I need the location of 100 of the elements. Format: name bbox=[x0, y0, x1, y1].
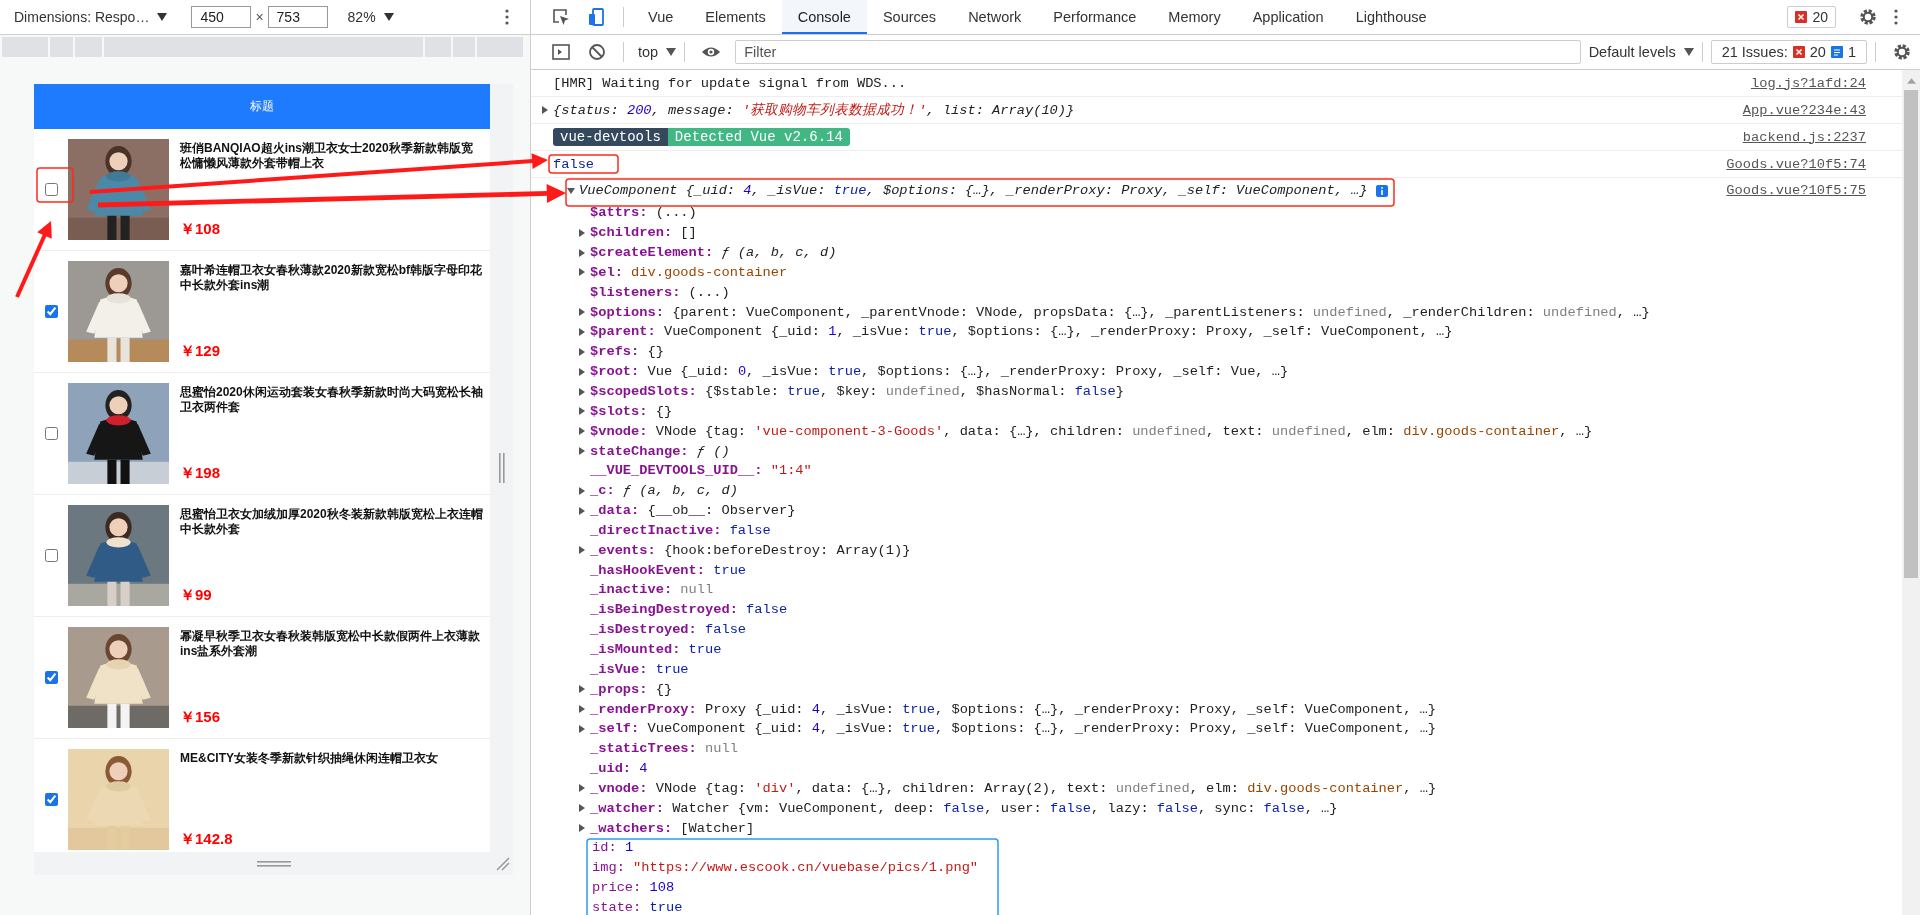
panel-tab[interactable]: Lighthouse bbox=[1339, 0, 1443, 34]
checkbox[interactable] bbox=[44, 670, 58, 684]
expand-arrow-icon[interactable] bbox=[578, 228, 586, 237]
source-link[interactable]: backend.js:2237 bbox=[1742, 129, 1866, 145]
info-icon[interactable] bbox=[1375, 184, 1388, 197]
issues-button[interactable]: 21 Issues: 20 1 bbox=[1710, 40, 1867, 64]
expand-arrow-icon[interactable] bbox=[578, 784, 586, 793]
height-field[interactable]: 753 bbox=[267, 6, 328, 28]
object-property: $slots: {} bbox=[590, 403, 673, 419]
error-icon bbox=[1795, 11, 1808, 23]
error-icon bbox=[1792, 46, 1805, 58]
resize-corner-icon[interactable] bbox=[496, 857, 510, 871]
settings-icon[interactable] bbox=[1858, 7, 1878, 27]
more-icon[interactable] bbox=[505, 9, 509, 25]
checkbox[interactable] bbox=[44, 304, 58, 318]
highlight-box bbox=[36, 167, 74, 203]
expand-arrow-icon[interactable] bbox=[578, 824, 586, 833]
clear-icon[interactable] bbox=[587, 42, 607, 62]
console-message: VueComponent {_uid: 4, _isVue: true, $options: {…}, _renderProxy: Proxy, _self: VueComponent, …} bbox=[579, 183, 1368, 198]
expand-arrow-icon[interactable] bbox=[578, 724, 586, 733]
panel-tab[interactable]: Application bbox=[1236, 0, 1340, 34]
expand-arrow-icon[interactable] bbox=[578, 427, 586, 436]
expand-arrow-icon[interactable] bbox=[567, 186, 575, 195]
object-property: state: true bbox=[592, 899, 683, 915]
drag-handle-icon[interactable] bbox=[256, 860, 291, 867]
source-link[interactable]: log.js?1afd:24 bbox=[1751, 75, 1866, 91]
panel-tab[interactable]: Network bbox=[952, 0, 1038, 34]
console-message: [HMR] Waiting for update signal from WDS... bbox=[553, 75, 907, 91]
expand-arrow-icon[interactable] bbox=[578, 387, 586, 396]
expand-arrow-icon[interactable] bbox=[578, 367, 586, 376]
panel-tab[interactable]: Memory bbox=[1152, 0, 1237, 34]
product-price: ￥99 bbox=[180, 586, 213, 605]
checkbox[interactable] bbox=[44, 792, 58, 806]
message-icon bbox=[1830, 46, 1843, 58]
drag-handle-icon[interactable] bbox=[498, 453, 505, 483]
object-property: _renderProxy: Proxy {_uid: 4, _isVue: true, $options: {…}, _renderProxy: Proxy, _self: VueComponent, …} bbox=[590, 701, 1437, 717]
object-property: _hasHookEvent: true bbox=[590, 562, 747, 578]
expand-arrow-icon[interactable] bbox=[578, 486, 586, 495]
device-dropdown[interactable]: Dimensions: Respo… bbox=[14, 9, 150, 25]
object-property: $parent: VueComponent {_uid: 1, _isVue: true, $options: {…}, _renderProxy: Proxy, _self: VueComponent, …} bbox=[590, 324, 1453, 340]
object-property: img: "https://www.escook.cn/vuebase/pics/1.png" bbox=[592, 860, 979, 876]
expand-arrow-icon[interactable] bbox=[578, 685, 586, 694]
expand-arrow-icon[interactable] bbox=[578, 347, 586, 356]
panel-tab[interactable]: Console bbox=[781, 0, 867, 34]
settings-icon[interactable] bbox=[1892, 42, 1912, 62]
scrollbar[interactable] bbox=[1902, 70, 1920, 915]
expand-arrow-icon[interactable] bbox=[578, 268, 586, 277]
scrollbar-thumb[interactable] bbox=[1904, 90, 1918, 578]
panel-tab[interactable]: Performance bbox=[1037, 0, 1153, 34]
source-link[interactable]: Goods.vue?10f5:75 bbox=[1726, 183, 1866, 198]
object-property: _isDestroyed: false bbox=[590, 622, 747, 638]
panel-tab[interactable]: Sources bbox=[866, 0, 953, 34]
device-toggle-icon[interactable] bbox=[587, 7, 607, 27]
checkbox[interactable] bbox=[44, 182, 58, 196]
object-property: id: 1 bbox=[592, 840, 634, 856]
object-property: _staticTrees: null bbox=[590, 741, 738, 757]
expand-arrow-icon[interactable] bbox=[578, 506, 586, 515]
issue-error-count: 20 bbox=[1809, 44, 1826, 60]
sidebar-toggle-icon[interactable] bbox=[551, 42, 571, 62]
object-property: _data: {__ob__: Observer} bbox=[590, 503, 796, 519]
object-property: $el: div.goods-container bbox=[590, 264, 788, 280]
object-property: _c: ƒ (a, b, c, d) bbox=[590, 483, 738, 499]
expand-arrow-icon[interactable] bbox=[578, 705, 586, 713]
product-title: 思蜜怡卫衣女加绒加厚2020秋冬装新款韩版宽松上衣连帽中长款外套 bbox=[180, 507, 484, 537]
panel-tab[interactable]: Vue bbox=[632, 0, 690, 34]
context-dropdown[interactable]: top bbox=[638, 44, 659, 60]
panel-tab[interactable]: Elements bbox=[689, 0, 782, 34]
object-property: _isVue: true bbox=[590, 661, 689, 677]
object-property: $options: {parent: VueComponent, _parentVnode: VNode, propsData: {…}, _parentListeners: undefined, _renderChildren: undefined, …} bbox=[590, 304, 1650, 320]
filter-field[interactable]: Filter bbox=[735, 40, 1581, 64]
expand-arrow-icon[interactable] bbox=[578, 248, 586, 257]
object-property: _vnode: VNode {tag: 'div', data: {…}, children: Array(2), text: undefined, elm: div.goods-container, …} bbox=[590, 780, 1437, 796]
more-icon[interactable] bbox=[1894, 9, 1898, 25]
product-price: ￥129 bbox=[180, 342, 222, 361]
console-message: false bbox=[553, 156, 595, 172]
inspect-icon[interactable] bbox=[551, 7, 571, 27]
caret-icon bbox=[666, 48, 677, 56]
product-title: 班俏BANQIAO超火ins潮卫衣女士2020秋季新款韩版宽松慵懒风薄款外套带帽上衣 bbox=[180, 141, 474, 171]
expand-arrow-icon[interactable] bbox=[578, 308, 586, 317]
expand-arrow-icon[interactable] bbox=[578, 804, 586, 813]
source-link[interactable]: Goods.vue?10f5:74 bbox=[1726, 156, 1866, 172]
expand-arrow-icon[interactable] bbox=[578, 546, 586, 555]
caret-icon bbox=[383, 13, 394, 21]
object-property: $root: Vue {_uid: 0, _isVue: true, $options: {…}, _renderProxy: Proxy, _self: Vue, …} bbox=[590, 364, 1289, 380]
log-levels-dropdown[interactable]: Default levels bbox=[1588, 44, 1676, 60]
expand-arrow-icon[interactable] bbox=[578, 328, 586, 336]
width-field[interactable]: 450 bbox=[191, 6, 252, 28]
source-link[interactable]: App.vue?234e:43 bbox=[1742, 102, 1866, 118]
caret-icon bbox=[157, 13, 168, 21]
checkbox[interactable] bbox=[44, 426, 58, 440]
object-property: _uid: 4 bbox=[590, 761, 648, 777]
product-title: 思蜜怡2020休闲运动套装女春秋季新款时尚大码宽松长袖卫衣两件套 bbox=[180, 385, 484, 415]
highlight-box bbox=[548, 154, 619, 174]
expand-arrow-icon[interactable] bbox=[578, 447, 586, 456]
zoom-dropdown[interactable]: 82% bbox=[347, 9, 376, 25]
expand-arrow-icon[interactable] bbox=[578, 407, 586, 416]
expand-arrow-icon[interactable] bbox=[541, 106, 549, 114]
checkbox[interactable] bbox=[44, 548, 58, 562]
object-property: _isBeingDestroyed: false bbox=[590, 602, 788, 618]
error-count-badge[interactable]: 20 bbox=[1787, 6, 1836, 28]
